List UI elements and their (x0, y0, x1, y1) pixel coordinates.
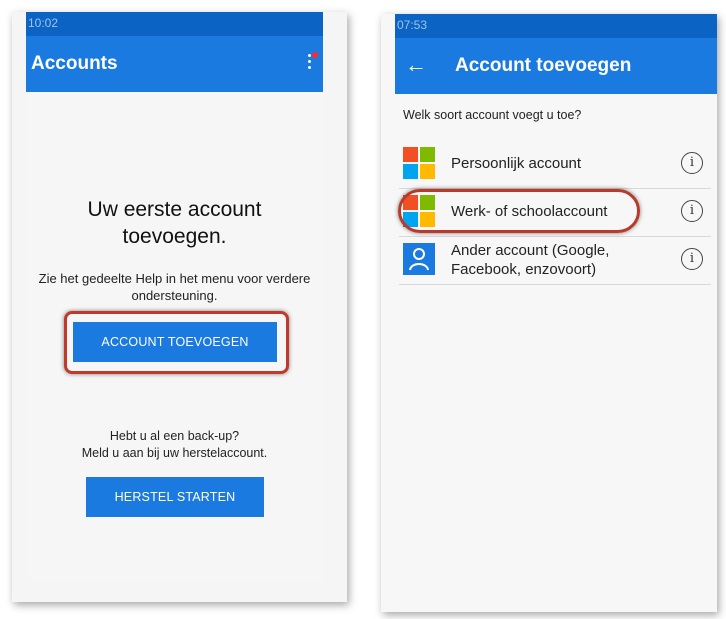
person-icon (403, 243, 435, 275)
back-arrow-icon[interactable]: ← (405, 52, 427, 78)
app-title: Account toevoegen (455, 55, 632, 76)
option-other-account[interactable]: Ander account (Google, Facebook, enzovoo… (399, 236, 711, 285)
phone-screen-add-account: 07:53 ← Account toevoegen Welk soort acc… (381, 14, 717, 612)
backup-text: Hebt u al een back-up? Meld u aan bij uw… (26, 428, 323, 462)
option-label: Ander account (Google, Facebook, enzovoo… (451, 242, 610, 278)
start-recovery-button[interactable]: HERSTEL STARTEN (86, 477, 264, 517)
info-icon[interactable]: i (681, 248, 703, 270)
backup-instruction: Meld u aan bij uw herstelaccount. (81, 446, 268, 460)
backup-question: Hebt u al een back-up? (109, 429, 240, 443)
app-bar: ← Account toevoegen (395, 38, 717, 94)
help-text: Zie het gedeelte Help in het menu voor v… (38, 271, 311, 303)
status-time: 10:02 (28, 16, 59, 30)
option-label: Persoonlijk account (451, 155, 582, 172)
account-type-question: Welk soort account voegt u toe? (403, 108, 582, 122)
empty-state: Uw eerste account toevoegen. Zie het ged… (26, 92, 323, 582)
add-account-button[interactable]: ACCOUNT TOEVOEGEN (73, 322, 277, 362)
info-icon[interactable]: i (681, 152, 703, 174)
overflow-menu-icon[interactable] (307, 52, 318, 74)
info-icon[interactable]: i (681, 200, 703, 222)
phone-screen-accounts: 10:02 Accounts Uw eerste account toevoeg… (12, 12, 347, 602)
status-time: 07:53 (397, 18, 428, 32)
app-bar: Accounts (26, 36, 323, 92)
highlight-outline (398, 189, 640, 233)
status-bar: 07:53 (395, 14, 717, 38)
app-title: Accounts (31, 53, 118, 74)
status-bar: 10:02 (26, 12, 323, 36)
option-personal-account[interactable]: Persoonlijk account i (399, 140, 711, 189)
microsoft-logo-icon (403, 147, 435, 179)
notification-dot (312, 52, 318, 58)
empty-state-heading: Uw eerste account toevoegen. (87, 198, 262, 248)
